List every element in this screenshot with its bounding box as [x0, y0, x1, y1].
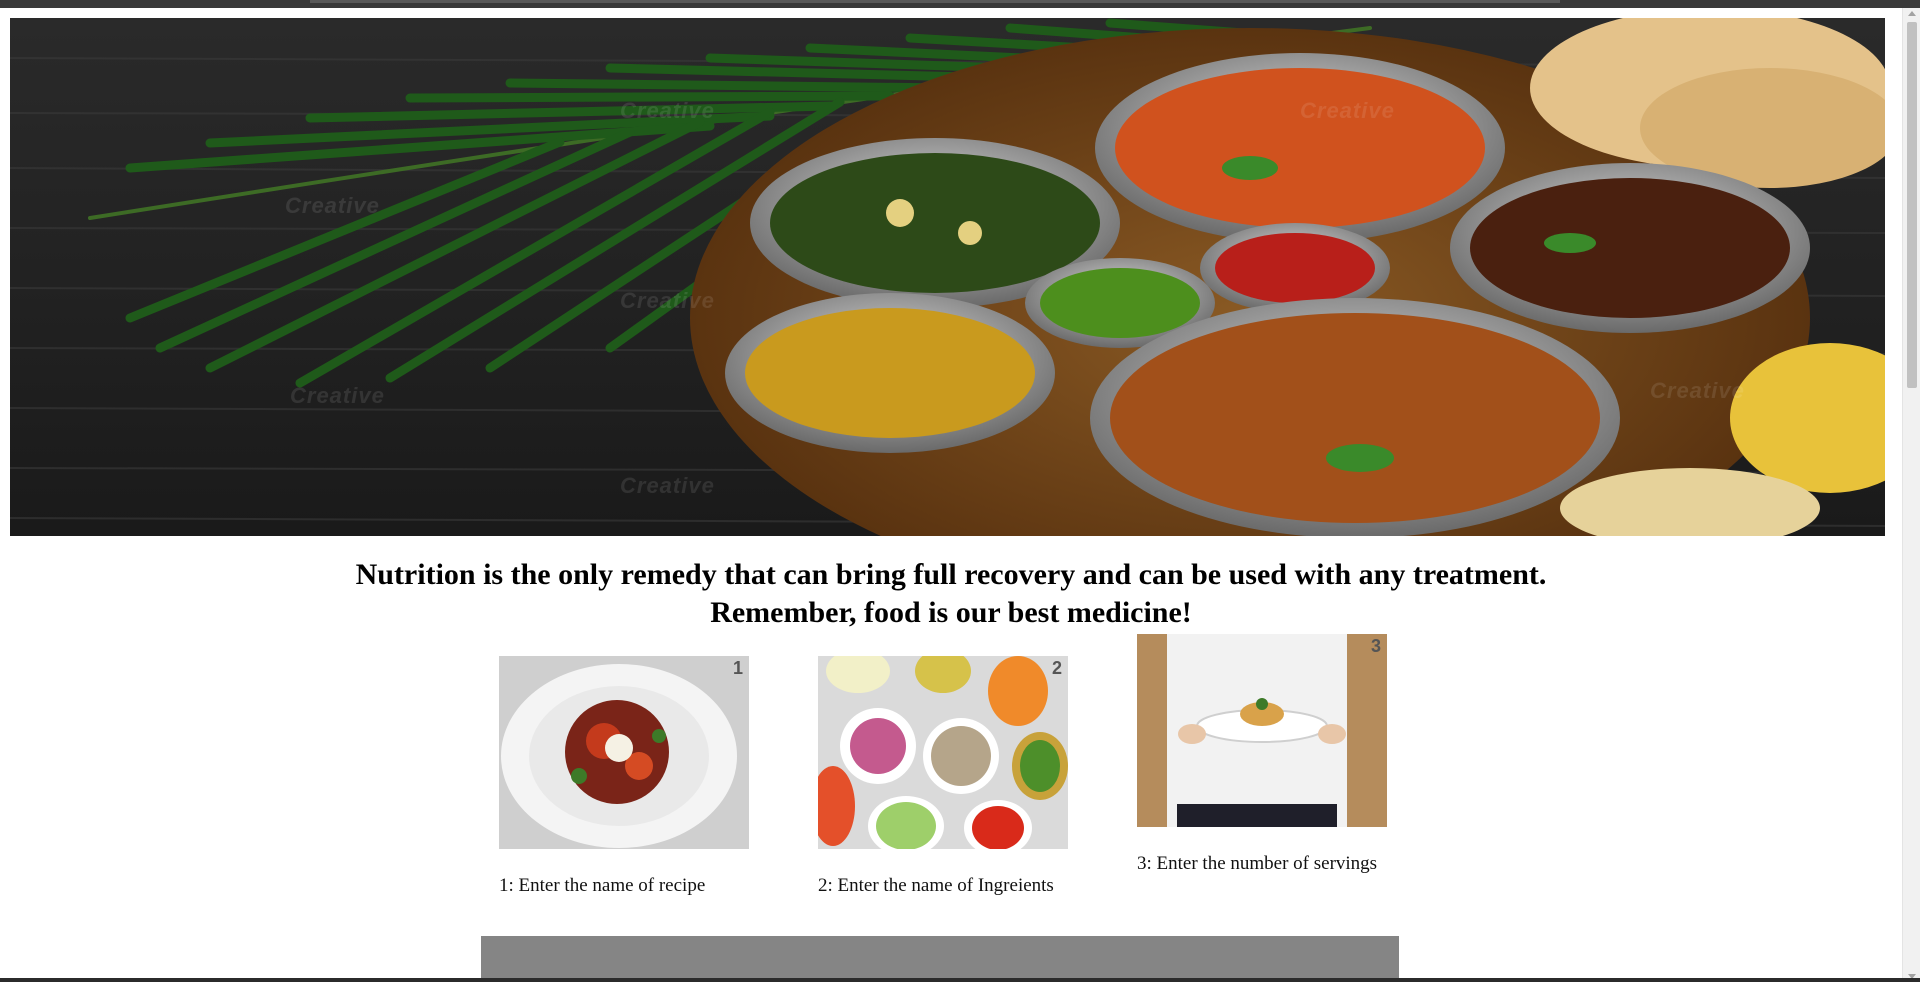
- step-card-3: 3 3: Enter the number of servings: [1137, 634, 1397, 875]
- browser-tab-strip: [310, 0, 1560, 3]
- tagline: Nutrition is the only remedy that can br…: [0, 556, 1902, 632]
- watermark-text: Creative: [620, 288, 715, 313]
- chef-plate-illustration: [1137, 634, 1387, 827]
- scroll-thumb[interactable]: [1907, 22, 1917, 388]
- watermark-text: Creative: [1650, 378, 1745, 403]
- step-number-badge: 3: [1370, 636, 1381, 656]
- watermark-text: Creative: [285, 193, 380, 218]
- tagline-line-2: Remember, food is our best medicine!: [710, 596, 1192, 629]
- step-card-2: 2 2: Enter the name of Ingreients: [818, 656, 1078, 897]
- step-card-1: 1 1: Enter the name of recipe: [499, 656, 759, 897]
- step-3-image: 3: [1137, 634, 1387, 827]
- watermark-text: Creative: [1300, 98, 1395, 123]
- ingredient-bowls-illustration: [818, 656, 1068, 849]
- form-panel: [481, 936, 1399, 982]
- watermark-text: Creative: [620, 98, 715, 123]
- taskbar-edge: [0, 978, 1920, 982]
- watermark-text: Creative: [620, 473, 715, 498]
- browser-top-bar: [0, 0, 1920, 8]
- step-1-image: 1: [499, 656, 749, 849]
- vertical-scrollbar[interactable]: [1902, 8, 1920, 982]
- tagline-line-1: Nutrition is the only remedy that can br…: [355, 558, 1547, 591]
- plated-dish-illustration: [499, 656, 749, 849]
- hero-banner: Creative Creative Creative Creative Crea…: [10, 18, 1885, 536]
- step-number-badge: 2: [1051, 658, 1062, 678]
- step-2-caption: 2: Enter the name of Ingreients: [818, 875, 1054, 896]
- step-number-badge: 1: [732, 658, 743, 678]
- watermark-text: Creative: [290, 383, 385, 408]
- hero-illustration: [10, 18, 1885, 536]
- step-3-caption: 3: Enter the number of servings: [1137, 853, 1378, 874]
- page: Creative Creative Creative Creative Crea…: [0, 8, 1902, 982]
- step-2-image: 2: [818, 656, 1068, 849]
- scroll-up-arrow-icon[interactable]: [1908, 11, 1916, 16]
- step-1-caption: 1: Enter the name of recipe: [499, 875, 706, 896]
